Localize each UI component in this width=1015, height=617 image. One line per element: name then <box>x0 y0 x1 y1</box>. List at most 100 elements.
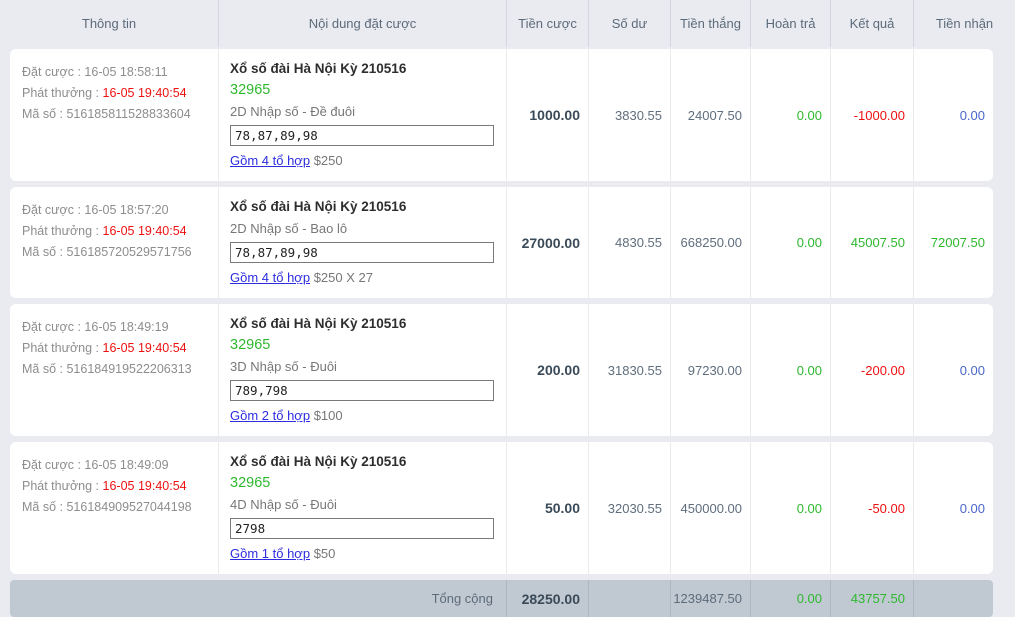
bet-amount-value: 1000.00 <box>506 49 588 181</box>
winning-number: 32965 <box>230 81 494 100</box>
win-amount-value: 24007.50 <box>670 49 750 181</box>
balance-value: 32030.55 <box>588 442 670 574</box>
bet-content: Xổ số đài Hà Nội Kỳ 210516 32965 2D Nhập… <box>218 49 506 181</box>
combo-line: Gồm 4 tổ hợp $250 X 27 <box>230 268 494 288</box>
combination-price: $250 <box>314 153 343 168</box>
bet-time-label: Đặt cược : <box>22 458 81 472</box>
total-label: Tổng cộng <box>10 580 506 617</box>
code-label: Mã số : <box>22 107 63 121</box>
bet-time-label: Đặt cược : <box>22 320 81 334</box>
column-header-bet-amount: Tiền cược <box>506 0 588 47</box>
code-value: 516184919522206313 <box>66 362 191 376</box>
bet-time-label: Đặt cược : <box>22 203 81 217</box>
code-value: 516184909527044198 <box>66 500 191 514</box>
bet-info: Đặt cược : 16-05 18:49:19 Phát thưởng : … <box>10 304 218 436</box>
combinations-link[interactable]: Gồm 4 tổ hợp <box>230 270 310 285</box>
win-amount-value: 97230.00 <box>670 304 750 436</box>
bet-type: 3D Nhập số - Đuôi <box>230 357 494 376</box>
bet-row: Đặt cược : 16-05 18:49:19 Phát thưởng : … <box>10 304 993 436</box>
code-label: Mã số : <box>22 362 63 376</box>
column-header-refund: Hoàn trả <box>750 0 830 47</box>
code-line: Mã số : 516185720529571756 <box>22 242 210 263</box>
bet-time-value: 16-05 18:49:19 <box>84 320 168 334</box>
bet-time-line: Đặt cược : 16-05 18:49:19 <box>22 317 210 338</box>
code-value: 516185811528833604 <box>66 107 190 121</box>
win-amount-value: 668250.00 <box>670 187 750 298</box>
total-received <box>913 580 993 617</box>
bet-time-line: Đặt cược : 16-05 18:58:11 <box>22 62 210 83</box>
bet-numbers-input[interactable] <box>230 125 494 146</box>
payout-time-value: 16-05 19:40:54 <box>103 224 187 238</box>
lottery-title: Xổ số đài Hà Nội Kỳ 210516 <box>230 314 494 333</box>
bet-time-value: 16-05 18:58:11 <box>84 65 167 79</box>
bet-type: 2D Nhập số - Bao lô <box>230 219 494 238</box>
bet-time-value: 16-05 18:49:09 <box>84 458 168 472</box>
payout-time-value: 16-05 19:40:54 <box>103 479 187 493</box>
bet-info: Đặt cược : 16-05 18:57:20 Phát thưởng : … <box>10 187 218 298</box>
lottery-title: Xổ số đài Hà Nội Kỳ 210516 <box>230 59 494 78</box>
code-line: Mã số : 516184909527044198 <box>22 497 210 518</box>
refund-value: 0.00 <box>750 49 830 181</box>
payout-time-line: Phát thưởng : 16-05 19:40:54 <box>22 221 210 242</box>
bet-amount-value: 50.00 <box>506 442 588 574</box>
code-line: Mã số : 516185811528833604 <box>22 104 210 125</box>
combo-line: Gồm 1 tổ hợp $50 <box>230 544 494 564</box>
column-header-win-amount: Tiền thắng <box>670 0 750 47</box>
column-header-balance: Số dư <box>588 0 670 47</box>
win-amount-value: 450000.00 <box>670 442 750 574</box>
total-win-amount: 1239487.50 <box>670 580 750 617</box>
bet-info: Đặt cược : 16-05 18:49:09 Phát thưởng : … <box>10 442 218 574</box>
result-value: 45007.50 <box>830 187 913 298</box>
bet-content: Xổ số đài Hà Nội Kỳ 210516 2D Nhập số - … <box>218 187 506 298</box>
code-label: Mã số : <box>22 245 63 259</box>
code-line: Mã số : 516184919522206313 <box>22 359 210 380</box>
refund-value: 0.00 <box>750 187 830 298</box>
bet-time-value: 16-05 18:57:20 <box>84 203 168 217</box>
payout-time-value: 16-05 19:40:54 <box>103 341 187 355</box>
payout-time-line: Phát thưởng : 16-05 19:40:54 <box>22 83 210 104</box>
balance-value: 3830.55 <box>588 49 670 181</box>
bet-time-line: Đặt cược : 16-05 18:57:20 <box>22 200 210 221</box>
bet-amount-value: 27000.00 <box>506 187 588 298</box>
refund-value: 0.00 <box>750 304 830 436</box>
received-value: 0.00 <box>913 442 993 574</box>
bet-row: Đặt cược : 16-05 18:49:09 Phát thưởng : … <box>10 442 993 574</box>
combinations-link[interactable]: Gồm 1 tổ hợp <box>230 546 310 561</box>
winning-number: 32965 <box>230 474 494 493</box>
bet-content: Xổ số đài Hà Nội Kỳ 210516 32965 4D Nhập… <box>218 442 506 574</box>
result-value: -200.00 <box>830 304 913 436</box>
bet-row: Đặt cược : 16-05 18:57:20 Phát thưởng : … <box>10 187 993 298</box>
column-header-received: Tiền nhận <box>913 0 1015 47</box>
balance-value: 31830.55 <box>588 304 670 436</box>
bet-numbers-input[interactable] <box>230 380 494 401</box>
bet-numbers-input[interactable] <box>230 518 494 539</box>
combo-line: Gồm 2 tổ hợp $100 <box>230 406 494 426</box>
combinations-link[interactable]: Gồm 4 tổ hợp <box>230 153 310 168</box>
column-header-info: Thông tin <box>0 0 218 47</box>
total-result: 43757.50 <box>830 580 913 617</box>
bet-numbers-input[interactable] <box>230 242 494 263</box>
code-label: Mã số : <box>22 500 63 514</box>
refund-value: 0.00 <box>750 442 830 574</box>
total-bet-amount: 28250.00 <box>506 580 588 617</box>
balance-value: 4830.55 <box>588 187 670 298</box>
received-value: 0.00 <box>913 49 993 181</box>
payout-time-line: Phát thưởng : 16-05 19:40:54 <box>22 338 210 359</box>
combinations-link[interactable]: Gồm 2 tổ hợp <box>230 408 310 423</box>
combination-price: $250 X 27 <box>314 270 373 285</box>
payout-time-label: Phát thưởng : <box>22 479 99 493</box>
payout-time-value: 16-05 19:40:54 <box>103 86 187 100</box>
bet-amount-value: 200.00 <box>506 304 588 436</box>
bet-time-line: Đặt cược : 16-05 18:49:09 <box>22 455 210 476</box>
total-refund: 0.00 <box>750 580 830 617</box>
received-value: 72007.50 <box>913 187 993 298</box>
combination-price: $50 <box>314 546 336 561</box>
payout-time-label: Phát thưởng : <box>22 341 99 355</box>
payout-time-line: Phát thưởng : 16-05 19:40:54 <box>22 476 210 497</box>
payout-time-label: Phát thưởng : <box>22 86 99 100</box>
total-row: Tổng cộng 28250.00 1239487.50 0.00 43757… <box>10 580 993 617</box>
bet-info: Đặt cược : 16-05 18:58:11 Phát thưởng : … <box>10 49 218 181</box>
result-value: -50.00 <box>830 442 913 574</box>
result-value: -1000.00 <box>830 49 913 181</box>
total-balance <box>588 580 670 617</box>
